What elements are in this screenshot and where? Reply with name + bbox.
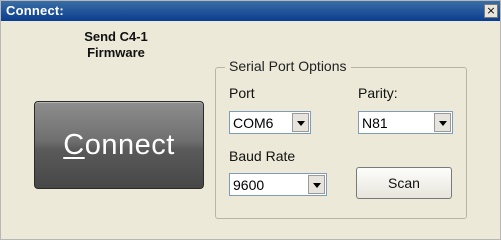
send-label-line2: Firmware [87,45,145,60]
baud-rate-label: Baud Rate [229,148,296,164]
window-title: Connect: [6,3,64,18]
port-select[interactable]: COM6 [229,111,311,134]
title-bar[interactable]: Connect: × [1,1,500,21]
serial-port-options-title: Serial Port Options [225,58,351,74]
chevron-down-icon[interactable] [308,175,325,194]
port-label: Port [229,85,255,101]
chevron-down-icon[interactable] [292,113,309,132]
close-icon: × [486,4,496,17]
parity-select[interactable]: N81 [358,111,453,134]
connect-button[interactable]: Connect [34,101,204,189]
baud-rate-select[interactable]: 9600 [229,173,327,196]
connect-dialog: Connect: × Send C4-1 Firmware Connect Se… [0,0,501,240]
send-label-line1: Send C4-1 [84,29,148,44]
connect-button-label: onnect [84,129,175,161]
baud-rate-value: 9600 [233,177,265,193]
send-firmware-label: Send C4-1 Firmware [41,29,191,61]
port-value: COM6 [233,115,274,131]
chevron-down-icon[interactable] [434,113,451,132]
parity-value: N81 [362,115,388,131]
connect-button-mnemonic: C [63,129,85,161]
close-button[interactable]: × [484,4,498,18]
parity-label: Parity: [358,85,398,101]
scan-button[interactable]: Scan [356,167,452,199]
